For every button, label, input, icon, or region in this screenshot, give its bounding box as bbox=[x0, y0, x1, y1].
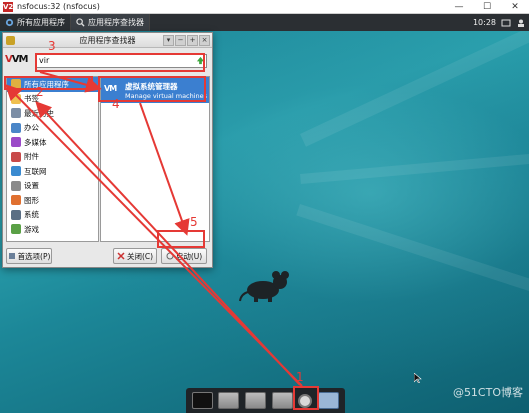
annotation-box-search bbox=[35, 53, 205, 72]
annotation-step-3: 3 bbox=[48, 39, 56, 53]
annotation-step-1: 1 bbox=[296, 370, 304, 384]
category-icon bbox=[11, 137, 21, 148]
wallpaper-ray bbox=[300, 147, 529, 184]
app-finder-window-icon bbox=[6, 36, 15, 45]
panel-tray: 10:28 bbox=[473, 14, 529, 31]
category-label: 多媒体 bbox=[24, 137, 47, 147]
app-finder-maximize-button[interactable]: + bbox=[187, 35, 198, 46]
close-icon bbox=[117, 252, 125, 260]
app-finder-minimize-button[interactable]: − bbox=[175, 35, 186, 46]
wallpaper-ray bbox=[296, 204, 529, 309]
close-finder-button[interactable]: 关闭(C) bbox=[113, 248, 157, 264]
category-label: 游戏 bbox=[24, 224, 39, 234]
category-item[interactable]: 互联网 bbox=[7, 164, 98, 179]
category-icon bbox=[11, 93, 21, 104]
vnc-logo-icon: V2 bbox=[3, 1, 14, 12]
annotation-box-launch bbox=[157, 230, 205, 248]
xfce-menu-icon bbox=[5, 18, 14, 27]
category-item[interactable]: 系统 bbox=[7, 208, 98, 223]
category-icon bbox=[11, 195, 21, 206]
window-title: nsfocus:32 (nsfocus) bbox=[17, 2, 100, 11]
app-finder-close-button[interactable]: × bbox=[199, 35, 210, 46]
applications-menu-button[interactable]: 所有应用程序 bbox=[0, 14, 71, 31]
app-finder-window-controls: ▾ − + × bbox=[163, 35, 210, 46]
app-finder-icon bbox=[76, 18, 85, 27]
category-label: 互联网 bbox=[24, 166, 47, 176]
annotation-step-4: 4 bbox=[112, 97, 120, 111]
category-item[interactable]: 图形 bbox=[7, 193, 98, 208]
close-finder-label: 关闭(C) bbox=[126, 251, 154, 261]
category-list: 所有应用程序 书签 最近历史 办公 多媒体 附件 互联网 设置 图形 系统 游戏 bbox=[6, 76, 99, 242]
minimize-button[interactable]: — bbox=[445, 0, 473, 14]
clock[interactable]: 10:28 bbox=[473, 18, 496, 27]
preferences-button[interactable]: 首选项(P) bbox=[6, 248, 52, 264]
category-item[interactable]: 办公 bbox=[7, 121, 98, 136]
user-icon[interactable] bbox=[516, 18, 526, 28]
category-label: 图形 bbox=[24, 195, 39, 205]
watermark: @51CTO博客 bbox=[452, 386, 523, 399]
category-label: 附件 bbox=[24, 152, 39, 162]
xfce-mouse-logo bbox=[239, 271, 289, 302]
virt-manager-logo: VVM bbox=[5, 54, 28, 65]
taskbar-app-finder-label: 应用程序查找器 bbox=[88, 18, 144, 27]
category-label: 办公 bbox=[24, 123, 39, 133]
category-label: 系统 bbox=[24, 210, 39, 220]
category-icon bbox=[11, 209, 21, 220]
workspace-1-icon[interactable] bbox=[218, 392, 240, 409]
launch-label: 启动(U) bbox=[175, 251, 203, 261]
wallpaper-ray bbox=[300, 14, 529, 147]
workspace-3-icon[interactable] bbox=[271, 392, 293, 409]
category-item[interactable]: 附件 bbox=[7, 150, 98, 165]
category-icon bbox=[11, 166, 21, 177]
category-label: 最近历史 bbox=[24, 108, 54, 118]
launch-icon bbox=[166, 252, 174, 260]
category-item[interactable]: 书签 bbox=[7, 92, 98, 107]
maximize-button[interactable]: ☐ bbox=[473, 0, 501, 14]
category-icon bbox=[11, 108, 21, 119]
app-finder-title: 应用程序查找器 bbox=[79, 35, 136, 45]
launch-button[interactable]: 启动(U) bbox=[161, 248, 207, 264]
preferences-label: 首选项(P) bbox=[17, 251, 51, 261]
vnc-window-titlebar: V2 nsfocus:32 (nsfocus) — ☐ ✕ bbox=[0, 0, 529, 14]
top-panel: 所有应用程序 应用程序查找器 10:28 bbox=[0, 14, 529, 31]
category-icon bbox=[11, 224, 21, 235]
category-icon bbox=[11, 122, 21, 133]
mouse-cursor-icon bbox=[414, 373, 422, 383]
category-item[interactable]: 游戏 bbox=[7, 222, 98, 237]
annotation-step-5: 5 bbox=[190, 215, 198, 229]
category-icon bbox=[11, 180, 21, 191]
window-controls: — ☐ ✕ bbox=[445, 0, 529, 14]
annotation-step-2: 2 bbox=[36, 85, 44, 99]
desktop: 所有应用程序 应用程序查找器 10:28 应用程序查找器 ▾ − + × VVM… bbox=[0, 14, 529, 413]
category-item[interactable]: 最近历史 bbox=[7, 106, 98, 121]
category-icon bbox=[11, 151, 21, 162]
annotation-box-dock bbox=[293, 386, 319, 410]
taskbar-app-finder[interactable]: 应用程序查找器 bbox=[71, 14, 150, 31]
applications-menu-label: 所有应用程序 bbox=[17, 18, 65, 27]
workspace-2-icon[interactable] bbox=[245, 392, 267, 409]
terminal-icon[interactable] bbox=[191, 392, 213, 409]
folder-icon[interactable] bbox=[318, 392, 340, 409]
bottom-dock bbox=[186, 388, 345, 413]
category-item[interactable]: 设置 bbox=[7, 179, 98, 194]
category-item[interactable]: 多媒体 bbox=[7, 135, 98, 150]
preferences-icon bbox=[8, 253, 15, 259]
category-label: 设置 bbox=[24, 181, 39, 191]
app-finder-titlebar[interactable]: 应用程序查找器 ▾ − + × bbox=[3, 33, 212, 48]
network-icon[interactable] bbox=[501, 18, 511, 28]
app-finder-menu-button[interactable]: ▾ bbox=[163, 35, 174, 46]
annotation-box-category bbox=[4, 76, 93, 90]
close-button[interactable]: ✕ bbox=[501, 0, 529, 14]
